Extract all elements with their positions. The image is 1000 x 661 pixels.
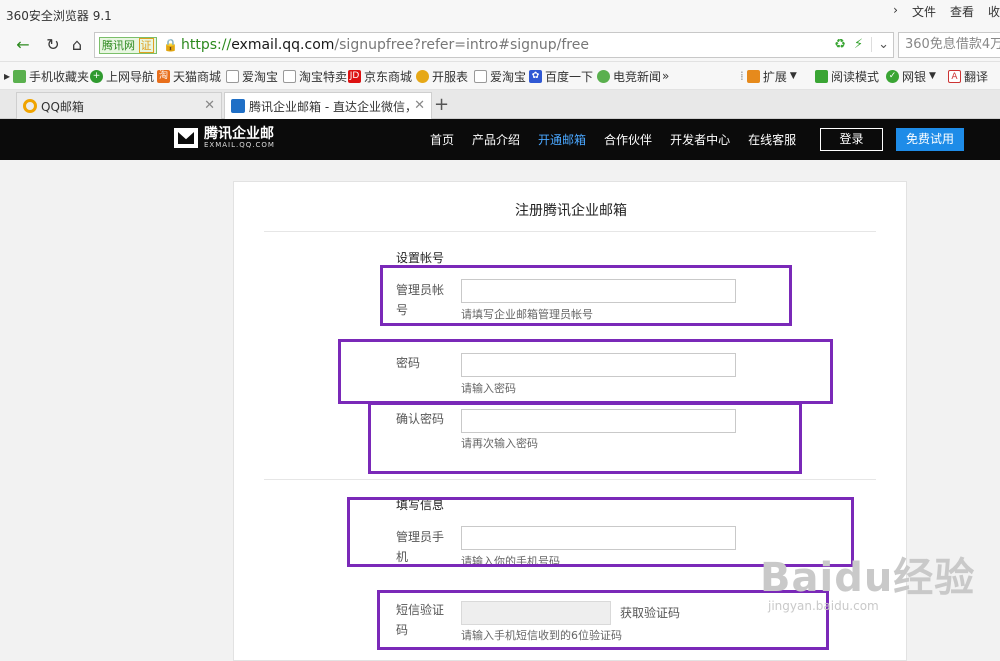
- search-box[interactable]: 360免息借款4万元: [898, 32, 1000, 58]
- divider: [264, 479, 876, 480]
- phone-icon: [13, 69, 27, 83]
- puzzle-icon: [746, 69, 760, 83]
- esports-icon: [597, 69, 610, 83]
- annotation-box-password: [338, 339, 833, 404]
- menu-chevron-icon[interactable]: ›: [893, 3, 898, 20]
- jd-icon: JD: [348, 69, 361, 83]
- new-tab-icon[interactable]: +: [434, 94, 449, 115]
- menu-view[interactable]: 查看: [950, 3, 974, 20]
- recycle-icon[interactable]: ♻: [834, 37, 846, 52]
- tab-close-icon[interactable]: ✕: [204, 98, 215, 113]
- menu-favorites[interactable]: 收: [988, 3, 1000, 20]
- annotation-box-confirm-password: [368, 402, 802, 474]
- shield-check-icon: ✓: [886, 69, 899, 83]
- app-title: 360安全浏览器 9.1: [6, 9, 112, 23]
- tab-exmail[interactable]: 腾讯企业邮箱 - 直达企业微信， ✕: [224, 92, 432, 119]
- address-bar[interactable]: 腾讯网 证 🔒 https://exmail.qq.com/signupfree…: [94, 32, 894, 58]
- browser-menu: › 文件 查看 收: [893, 3, 1000, 20]
- menu-file[interactable]: 文件: [912, 3, 936, 20]
- site-logo[interactable]: 腾讯企业邮 EXMAIL.QQ.COM: [174, 127, 275, 149]
- url-text[interactable]: https://exmail.qq.com/signupfree?refer=i…: [181, 37, 589, 53]
- tab-strip: QQ邮箱 ✕ 腾讯企业邮箱 - 直达企业微信， ✕ +: [0, 90, 1000, 119]
- home-icon[interactable]: ⌂: [66, 34, 88, 56]
- bookmark-nav[interactable]: + 上网导航: [90, 68, 154, 84]
- divider: [264, 231, 876, 232]
- page-icon: [474, 69, 487, 83]
- site-cert-badge[interactable]: 腾讯网 证: [99, 37, 157, 54]
- nav-partners[interactable]: 合作伙伴: [604, 131, 652, 148]
- tab-qqmail[interactable]: QQ邮箱 ✕: [16, 92, 222, 119]
- bookmark-aitaobao[interactable]: 爱淘宝: [226, 68, 278, 84]
- nav-products[interactable]: 产品介绍: [472, 131, 520, 148]
- section-account-title: 设置帐号: [396, 251, 445, 265]
- bookmark-jd[interactable]: JD 京东商城: [348, 68, 412, 84]
- bookmarks-bar: ▸ 手机收藏夹 + 上网导航 淘天猫商城 爱淘宝 淘宝特卖 JD 京东商城 开服表 爱…: [0, 62, 1000, 90]
- site-nav: 首页 产品介绍 开通邮箱 合作伙伴 开发者中心 在线客服: [430, 131, 796, 148]
- lock-icon: 🔒: [163, 38, 178, 52]
- page-icon: [226, 69, 239, 83]
- kaifu-icon: [416, 69, 429, 83]
- nav-developers[interactable]: 开发者中心: [670, 131, 730, 148]
- url-icons: ♻ ⚡ ⌄: [834, 37, 889, 52]
- lightning-icon[interactable]: ⚡: [854, 37, 863, 52]
- back-icon[interactable]: ←: [12, 34, 34, 56]
- login-button[interactable]: 登录: [820, 128, 883, 151]
- tmall-icon: 淘: [157, 69, 170, 83]
- refresh-icon[interactable]: ↻: [42, 34, 64, 56]
- bookmark-esports[interactable]: 电竞新闻: [597, 68, 661, 84]
- extensions-button[interactable]: ⁞ 扩展 ▼: [740, 68, 797, 84]
- address-toolbar: ← ↻ ⌂ 腾讯网 证 🔒 https://exmail.qq.com/sign…: [0, 28, 1000, 62]
- baidu-paw-icon: ✿: [529, 69, 542, 83]
- free-trial-button[interactable]: 免费试用: [896, 128, 964, 151]
- baidu-jingyan-watermark: Baidu经验 jingyan.baidu.com: [760, 555, 976, 613]
- exmail-favicon: [231, 99, 245, 113]
- reader-mode-button[interactable]: 阅读模式: [815, 68, 879, 84]
- translate-button[interactable]: A 翻译: [948, 68, 988, 84]
- netbank-button[interactable]: ✓ 网银 ▼: [886, 68, 936, 84]
- logo-mark-icon: [174, 128, 198, 148]
- book-icon: [815, 69, 828, 83]
- browser-title-bar: 360安全浏览器 9.1 › 文件 查看 收: [0, 0, 1000, 28]
- dropdown-chevron-icon[interactable]: ⌄: [871, 37, 889, 52]
- bookmark-more[interactable]: »: [662, 68, 669, 84]
- translate-icon: A: [948, 69, 961, 83]
- nav-open-mailbox[interactable]: 开通邮箱: [538, 131, 586, 148]
- bookmark-mobile[interactable]: ▸ 手机收藏夹: [4, 68, 89, 84]
- page-icon: [283, 69, 296, 83]
- tab-close-icon[interactable]: ✕: [414, 98, 425, 113]
- site-header: 腾讯企业邮 EXMAIL.QQ.COM 首页 产品介绍 开通邮箱 合作伙伴 开发…: [0, 119, 1000, 160]
- bookmark-aitaobao-2[interactable]: 爱淘宝: [474, 68, 526, 84]
- bookmark-kaifu[interactable]: 开服表: [416, 68, 468, 84]
- nav-icon: +: [90, 69, 103, 83]
- bookmark-baidu[interactable]: ✿ 百度一下: [529, 68, 593, 84]
- bookmark-tmall[interactable]: 淘天猫商城: [157, 68, 221, 84]
- qq-mail-favicon: [23, 99, 37, 113]
- nav-support[interactable]: 在线客服: [748, 131, 796, 148]
- form-title: 注册腾讯企业邮箱: [515, 203, 627, 219]
- bookmark-taobao-sale[interactable]: 淘宝特卖: [283, 68, 347, 84]
- annotation-box-admin-account: [380, 265, 792, 326]
- nav-home[interactable]: 首页: [430, 131, 454, 148]
